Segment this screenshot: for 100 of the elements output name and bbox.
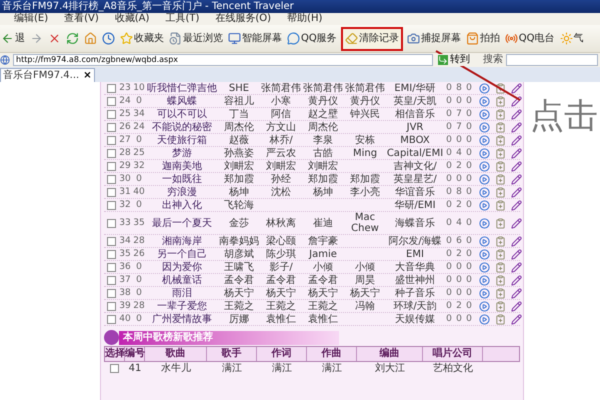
edit-icon[interactable] bbox=[511, 186, 522, 198]
tab-close-button[interactable]: × bbox=[83, 70, 92, 82]
edit-icon[interactable] bbox=[511, 200, 522, 210]
edit-icon[interactable] bbox=[511, 300, 522, 312]
table-cell-text: 0 bbox=[445, 82, 453, 94]
table-cell-text: 0 bbox=[445, 174, 453, 184]
checkbox[interactable] bbox=[106, 200, 116, 210]
checkbox[interactable] bbox=[106, 136, 116, 144]
edit-icon[interactable] bbox=[511, 248, 522, 260]
play-icon[interactable] bbox=[479, 236, 490, 246]
toolbar-button[interactable]: QQ服务 bbox=[286, 26, 338, 50]
edit-icon[interactable] bbox=[511, 96, 522, 106]
search-field[interactable] bbox=[506, 54, 598, 66]
toolbar-button[interactable]: 捕捉屏幕 bbox=[406, 26, 462, 50]
play-icon[interactable] bbox=[479, 186, 490, 198]
edit-icon[interactable] bbox=[511, 218, 522, 228]
play-icon[interactable] bbox=[479, 200, 490, 210]
menu-item[interactable]: 帮助(H) bbox=[287, 13, 322, 25]
play-icon[interactable] bbox=[479, 248, 490, 260]
checkbox[interactable] bbox=[106, 218, 116, 228]
table-cell-text: 0 bbox=[445, 200, 453, 210]
add-to-list-icon[interactable] bbox=[495, 236, 506, 246]
menu-item[interactable]: 在线服务(O) bbox=[215, 13, 272, 25]
play-icon[interactable] bbox=[479, 82, 490, 94]
menu-item[interactable]: 收藏(A) bbox=[114, 13, 150, 25]
toolbar-button[interactable]: 拍拍 bbox=[464, 26, 501, 50]
checkbox[interactable] bbox=[106, 302, 116, 310]
add-to-list-icon[interactable] bbox=[495, 186, 506, 198]
edit-icon[interactable] bbox=[511, 134, 522, 146]
checkbox[interactable] bbox=[106, 148, 116, 158]
checkbox[interactable] bbox=[106, 250, 116, 258]
play-icon[interactable] bbox=[479, 160, 490, 172]
play-icon[interactable] bbox=[479, 300, 490, 312]
checkbox[interactable] bbox=[106, 84, 116, 92]
add-to-list-icon[interactable] bbox=[495, 314, 506, 324]
play-icon[interactable] bbox=[479, 262, 490, 272]
add-to-list-icon[interactable] bbox=[495, 148, 506, 158]
menu-item[interactable]: 编辑(E) bbox=[14, 13, 48, 25]
toolbar-button[interactable]: 智能屏幕 bbox=[227, 26, 283, 50]
play-icon[interactable] bbox=[479, 148, 490, 158]
play-icon[interactable] bbox=[479, 108, 490, 120]
checkbox[interactable] bbox=[106, 188, 116, 196]
add-to-list-icon[interactable] bbox=[495, 160, 506, 172]
checkbox[interactable] bbox=[106, 174, 116, 184]
edit-icon[interactable] bbox=[511, 148, 522, 158]
add-to-list-icon[interactable] bbox=[495, 200, 506, 210]
checkbox[interactable] bbox=[106, 96, 116, 106]
add-to-list-icon[interactable] bbox=[495, 288, 506, 298]
edit-icon[interactable] bbox=[511, 274, 522, 286]
checkbox[interactable] bbox=[106, 288, 116, 298]
add-to-list-icon[interactable] bbox=[495, 82, 506, 94]
play-icon[interactable] bbox=[479, 96, 490, 106]
add-to-list-icon[interactable] bbox=[495, 274, 506, 286]
add-to-list-icon[interactable] bbox=[495, 96, 506, 106]
toolbar-button[interactable]: 收藏夹 bbox=[119, 26, 165, 50]
toolbar-button[interactable]: 气 bbox=[558, 26, 584, 50]
edit-icon[interactable] bbox=[511, 82, 522, 94]
edit-icon[interactable] bbox=[511, 262, 522, 272]
edit-icon[interactable] bbox=[511, 160, 522, 172]
edit-icon[interactable] bbox=[511, 122, 522, 132]
play-icon[interactable] bbox=[479, 174, 490, 184]
add-to-list-icon[interactable] bbox=[495, 108, 506, 120]
checkbox[interactable] bbox=[106, 110, 116, 118]
play-icon[interactable] bbox=[479, 288, 490, 298]
toolbar-button[interactable]: 退 bbox=[0, 26, 26, 50]
url-field[interactable]: http://fm974.a8.com/zgbnew/wqbd.aspx bbox=[13, 54, 433, 66]
checkbox[interactable] bbox=[106, 314, 116, 324]
add-to-list-icon[interactable] bbox=[495, 218, 506, 228]
edit-icon[interactable] bbox=[511, 108, 522, 120]
toolbar-button[interactable]: 最近浏览 bbox=[168, 26, 224, 50]
table-cell-text: 0 bbox=[465, 300, 473, 312]
add-to-list-icon[interactable] bbox=[495, 174, 506, 184]
checkbox[interactable] bbox=[106, 122, 116, 132]
toolbar-button[interactable]: QQ电台 bbox=[504, 26, 556, 50]
play-icon[interactable] bbox=[479, 122, 490, 132]
table-cell-text: 满江 bbox=[221, 362, 243, 374]
add-to-list-icon[interactable] bbox=[495, 262, 506, 272]
checkbox[interactable] bbox=[110, 364, 119, 373]
add-to-list-icon[interactable] bbox=[495, 122, 506, 132]
edit-icon[interactable] bbox=[511, 314, 522, 324]
go-button[interactable]: 转到 bbox=[436, 54, 472, 66]
play-icon[interactable] bbox=[479, 274, 490, 286]
play-icon[interactable] bbox=[479, 218, 490, 228]
edit-icon[interactable] bbox=[511, 288, 522, 298]
checkbox[interactable] bbox=[106, 262, 116, 272]
add-to-list-icon[interactable] bbox=[495, 248, 506, 260]
browser-tab[interactable]: 音乐台FM97.4... × bbox=[0, 68, 95, 82]
toolbar-button[interactable]: 清除记录 bbox=[340, 26, 403, 50]
edit-icon[interactable] bbox=[511, 174, 522, 184]
edit-icon[interactable] bbox=[511, 236, 522, 246]
table-cell-text: 孟令君 bbox=[265, 274, 297, 286]
menu-item[interactable]: 工具(T) bbox=[165, 13, 200, 25]
checkbox[interactable] bbox=[106, 236, 116, 246]
play-icon[interactable] bbox=[479, 134, 490, 146]
add-to-list-icon[interactable] bbox=[495, 134, 506, 146]
menu-item[interactable]: 查看(V) bbox=[64, 13, 99, 25]
play-icon[interactable] bbox=[479, 314, 490, 324]
checkbox[interactable] bbox=[106, 276, 116, 284]
add-to-list-icon[interactable] bbox=[495, 300, 506, 312]
checkbox[interactable] bbox=[106, 162, 116, 170]
